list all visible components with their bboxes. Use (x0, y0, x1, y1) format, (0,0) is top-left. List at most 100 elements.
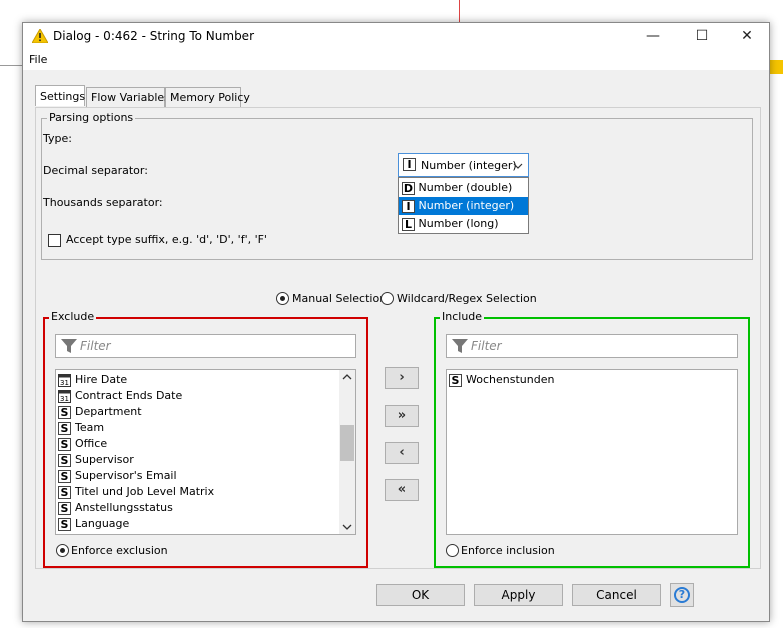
decimal-separator-label: Decimal separator: (43, 164, 148, 177)
calendar-icon: 31 (58, 373, 71, 387)
include-column-list[interactable]: S Wochenstunden (446, 369, 738, 535)
wildcard-selection-radio[interactable] (381, 292, 394, 305)
list-item[interactable]: S Department (58, 404, 142, 420)
type-option-long[interactable]: L Number (long) (399, 215, 528, 233)
string-type-icon: S (58, 421, 71, 435)
calendar-icon: 31 (58, 389, 71, 403)
add-all-button[interactable]: » (385, 405, 419, 427)
type-dropdown[interactable]: I Number (integer) (398, 153, 529, 177)
background-node-fragment (770, 38, 783, 118)
string-type-icon: S (58, 501, 71, 515)
exclude-label: Exclude (49, 310, 97, 323)
string-type-icon: S (58, 405, 71, 419)
filter-icon (61, 339, 77, 353)
workflow-connection-line-2 (0, 65, 22, 66)
menu-file[interactable]: File (29, 53, 47, 66)
help-button[interactable]: ? (670, 583, 694, 607)
scroll-up-icon[interactable] (342, 374, 352, 380)
tab-memory-policy[interactable]: Memory Policy (165, 87, 250, 107)
filter-icon (452, 339, 468, 353)
list-item-label: Team (75, 421, 105, 434)
enforce-inclusion-label: Enforce inclusion (461, 544, 555, 557)
list-item[interactable]: S Supervisor's Email (58, 468, 177, 484)
list-item-label: Office (75, 437, 108, 450)
dialog-window: Dialog - 0:462 - String To Number — ☐ ✕ … (22, 22, 770, 622)
list-item-label: Anstellungsstatus (75, 501, 173, 514)
type-option-label: Number (integer) (418, 199, 515, 212)
list-item[interactable]: S Supervisor (58, 452, 134, 468)
parsing-options-group: Parsing options Type: Decimal separator:… (41, 111, 753, 260)
remove-all-button[interactable]: « (385, 479, 419, 501)
add-button[interactable]: › (385, 367, 419, 389)
double-type-icon: D (402, 181, 415, 195)
enforce-inclusion-radio[interactable] (446, 544, 459, 557)
remove-button[interactable]: ‹ (385, 442, 419, 464)
type-suffix-checkbox[interactable] (48, 234, 61, 247)
title-bar[interactable]: Dialog - 0:462 - String To Number — ☐ ✕ (23, 23, 769, 50)
list-item[interactable]: S Wochenstunden (449, 372, 554, 388)
list-item[interactable]: S Language (58, 516, 129, 532)
cancel-button[interactable]: Cancel (572, 584, 661, 606)
thousands-separator-label: Thousands separator: (43, 196, 163, 209)
list-item[interactable]: 31 Contract Ends Date (58, 388, 182, 404)
exclude-panel: Exclude Filter 31 Hire Date 31 Contract End… (43, 310, 368, 568)
type-option-double[interactable]: D Number (double) (399, 179, 528, 197)
list-item-label: Hire Date (75, 373, 128, 386)
exclude-scrollbar-thumb[interactable] (340, 425, 354, 461)
enforce-exclusion-radio[interactable] (56, 544, 69, 557)
wildcard-selection-label: Wildcard/Regex Selection (397, 292, 537, 305)
apply-button[interactable]: Apply (474, 584, 563, 606)
list-item[interactable]: S Titel und Job Level Matrix (58, 484, 214, 500)
filter-placeholder: Filter (80, 339, 111, 353)
type-label: Type: (43, 132, 72, 145)
list-item[interactable]: S Team (58, 420, 104, 436)
chevron-down-icon (513, 163, 523, 169)
help-icon: ? (674, 587, 690, 603)
list-item[interactable]: S Anstellungsstatus (58, 500, 173, 516)
menu-bar: File (23, 50, 769, 70)
tab-flow-variables[interactable]: Flow Variables (86, 87, 170, 107)
filter-placeholder: Filter (471, 339, 502, 353)
include-label: Include (440, 310, 485, 323)
string-type-icon: S (58, 485, 71, 499)
type-option-label: Number (double) (418, 181, 513, 194)
list-item-label: Language (75, 517, 130, 530)
window-title: Dialog - 0:462 - String To Number (53, 29, 254, 43)
parsing-options-label: Parsing options (47, 111, 136, 124)
exclude-filter-input[interactable]: Filter (55, 334, 356, 358)
type-option-integer[interactable]: I Number (integer) (399, 197, 528, 215)
type-option-label: Number (long) (418, 217, 499, 230)
svg-text:31: 31 (60, 379, 69, 387)
list-item-label: Supervisor's Email (75, 469, 177, 482)
maximize-button[interactable]: ☐ (679, 23, 725, 50)
scroll-down-icon[interactable] (342, 524, 352, 530)
exclude-column-list[interactable]: 31 Hire Date 31 Contract Ends Date S Departme… (55, 369, 356, 535)
string-type-icon: S (58, 453, 71, 467)
include-panel: Include Filter S Wochenstunden Enforce in… (434, 310, 750, 568)
ok-button[interactable]: OK (376, 584, 465, 606)
include-filter-input[interactable]: Filter (446, 334, 738, 358)
list-item[interactable]: 31 Hire Date (58, 372, 127, 388)
list-item-label: Wochenstunden (466, 373, 555, 386)
warning-icon (32, 29, 48, 43)
settings-panel: Parsing options Type: Decimal separator:… (35, 107, 761, 569)
tab-settings[interactable]: Settings (35, 85, 85, 106)
type-dropdown-list: D Number (double) I Number (integer) L N… (398, 177, 529, 234)
enforce-exclusion-label: Enforce exclusion (71, 544, 168, 557)
list-item-label: Supervisor (75, 453, 134, 466)
long-type-icon: L (402, 217, 415, 231)
manual-selection-radio[interactable] (276, 292, 289, 305)
type-suffix-label: Accept type suffix, e.g. 'd', 'D', 'f', … (66, 233, 267, 246)
string-type-icon: S (58, 437, 71, 451)
integer-type-icon: I (402, 199, 415, 213)
list-item-label: Contract Ends Date (75, 389, 183, 402)
type-dropdown-value: Number (integer) (421, 159, 517, 172)
exclude-scrollbar[interactable] (339, 370, 355, 534)
workflow-connection-line (459, 0, 460, 22)
minimize-button[interactable]: — (630, 23, 676, 50)
list-item[interactable]: S Office (58, 436, 107, 452)
string-type-icon: S (58, 469, 71, 483)
close-button[interactable]: ✕ (724, 23, 770, 50)
integer-type-icon: I (403, 158, 416, 171)
manual-selection-label: Manual Selection (292, 292, 387, 305)
